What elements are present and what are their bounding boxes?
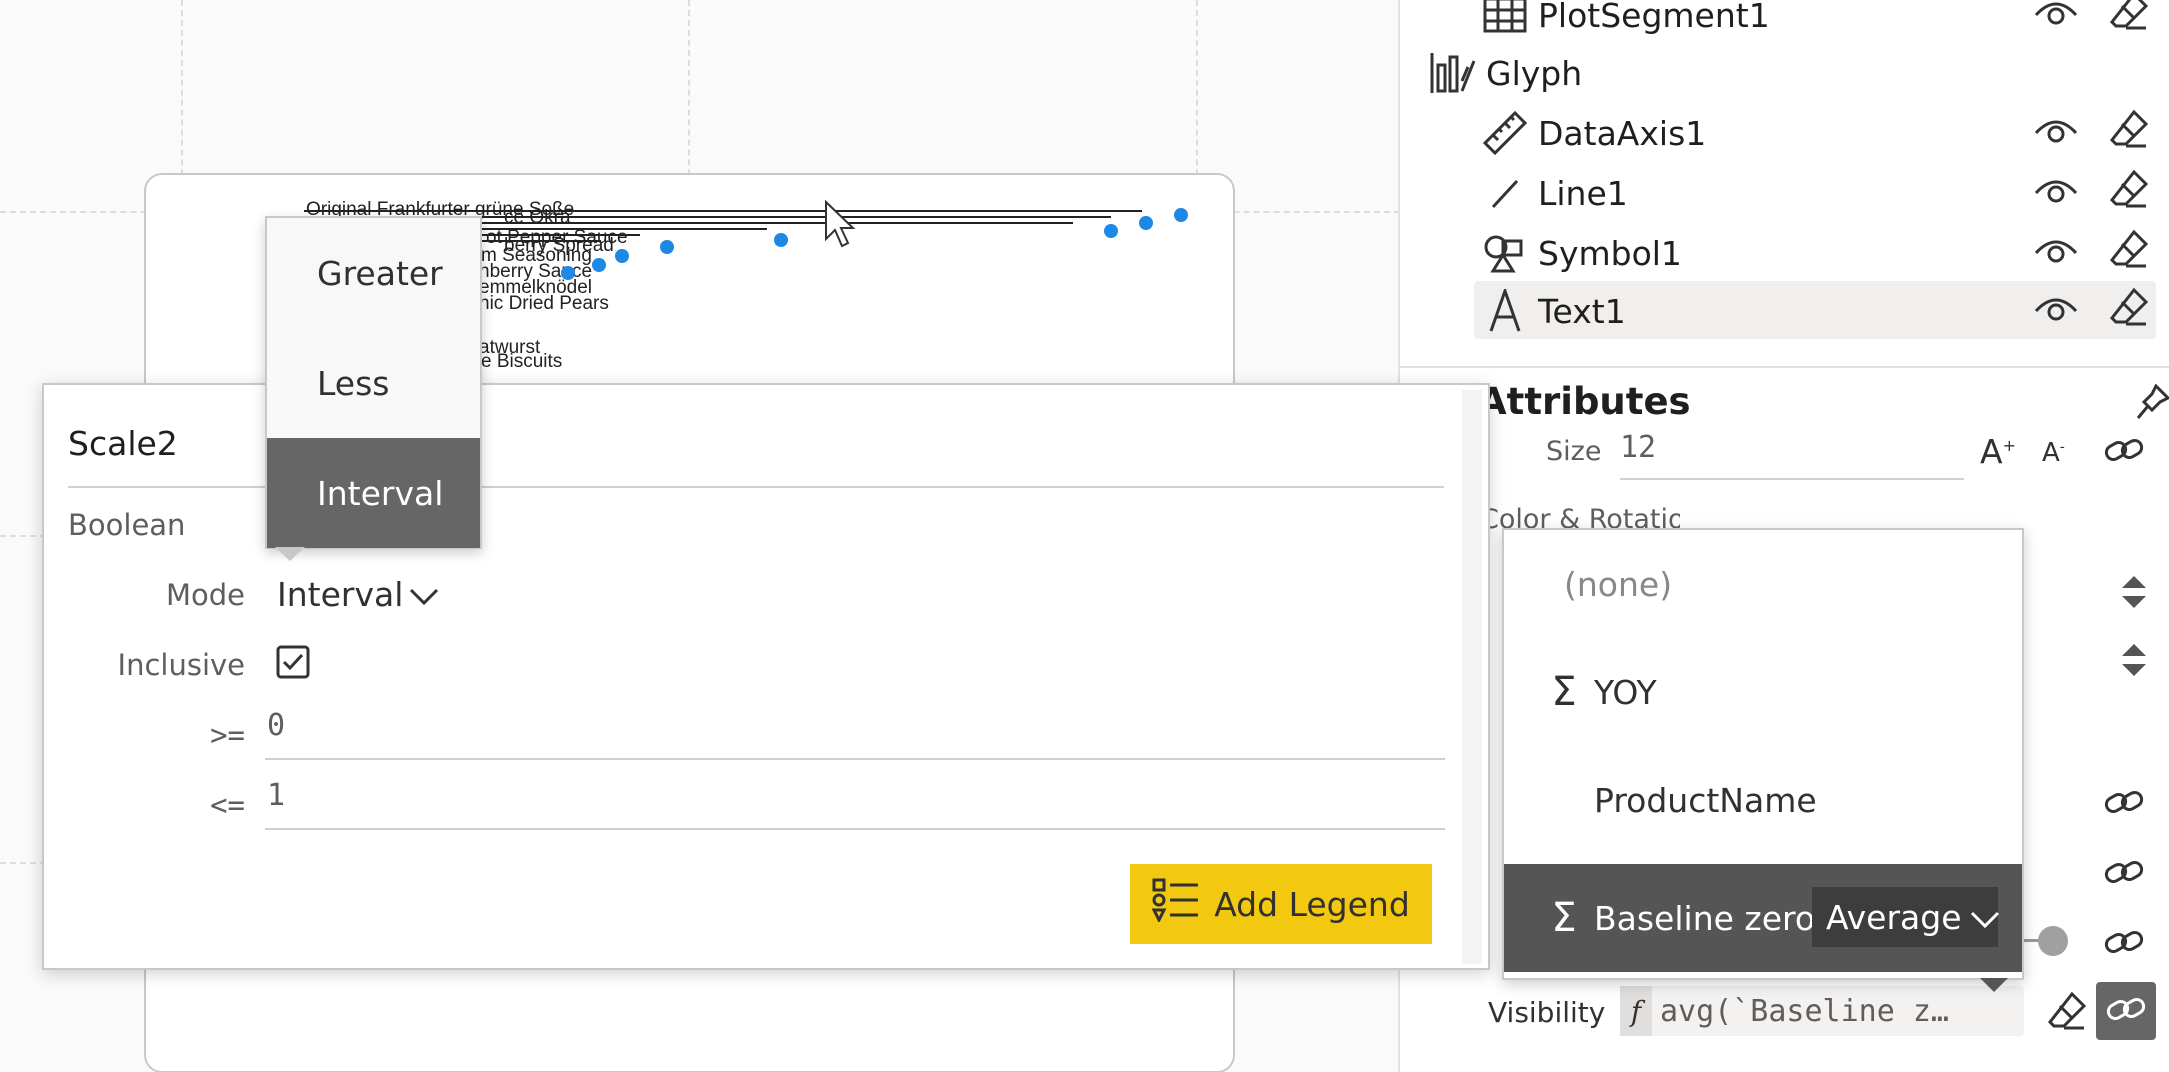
inclusive-checkbox[interactable] <box>265 636 321 692</box>
dropdown-caret <box>275 547 305 561</box>
add-legend-label: Add Legend <box>1214 884 1410 924</box>
spin-arrows-icon[interactable] <box>2120 642 2148 682</box>
sigma-icon: Σ <box>1551 669 1577 715</box>
eraser-icon[interactable] <box>2108 228 2150 278</box>
scale-type-label: Boolean <box>68 508 186 542</box>
pin-icon[interactable] <box>2136 383 2169 432</box>
aggregation-select[interactable]: Average <box>1812 887 2000 947</box>
tree-item-text[interactable]: Text1 <box>1480 282 2150 340</box>
font-increase-icon[interactable]: A+ <box>1980 432 2016 471</box>
attributes-title: Attributes <box>1478 380 1691 423</box>
field-option-label: YOY <box>1594 672 1657 712</box>
ruler-icon <box>1480 108 1530 158</box>
chevron-down-icon <box>409 575 439 614</box>
lte-label: <= <box>210 788 245 822</box>
mode-select-value: Interval <box>277 574 404 614</box>
eye-icon[interactable] <box>2034 0 2078 35</box>
eye-icon[interactable] <box>2034 174 2078 213</box>
tree-item-label: PlotSegment1 <box>1538 0 1770 35</box>
glyph-text-label: nic Dried Pears <box>479 293 609 314</box>
text-icon <box>1480 286 1530 336</box>
visibility-expression-field[interactable]: f avg(`Baseline z… <box>1620 986 2024 1036</box>
sigma-icon: Σ <box>1551 895 1577 941</box>
lte-input[interactable]: 1 <box>265 778 1445 830</box>
gte-input[interactable]: 0 <box>265 708 1445 760</box>
function-icon: f <box>1620 986 1652 1036</box>
grid-icon <box>1480 0 1530 40</box>
mode-option-greater[interactable]: Greater <box>267 218 480 328</box>
mode-option-less[interactable]: Less <box>267 328 480 438</box>
row-tools <box>2034 282 2150 340</box>
section-divider <box>1398 366 2169 368</box>
link-icon[interactable] <box>2104 434 2144 470</box>
field-option-label: Baseline zero <box>1594 898 1816 938</box>
eye-icon[interactable] <box>2034 234 2078 273</box>
glyph-point[interactable] <box>561 266 575 280</box>
field-option-yoy[interactable]: Σ YOY <box>1504 638 2022 746</box>
eraser-icon[interactable] <box>2108 108 2150 158</box>
chevron-down-icon <box>1970 898 2000 937</box>
link-icon[interactable] <box>2104 856 2144 892</box>
row-tools <box>2034 164 2150 222</box>
link-icon[interactable] <box>2104 926 2144 962</box>
size-label: Size <box>1546 436 1602 467</box>
tree-item-label: Line1 <box>1538 173 1628 213</box>
mode-dropdown-menu: Greater Less Interval <box>265 216 482 549</box>
eraser-icon[interactable] <box>2108 286 2150 336</box>
eraser-icon[interactable] <box>2108 0 2150 40</box>
checkbox-checked-icon <box>276 645 310 683</box>
add-legend-button[interactable]: Add Legend <box>1130 864 1432 944</box>
link-icon[interactable] <box>2104 786 2144 822</box>
scrollbar[interactable] <box>1462 390 1482 964</box>
field-option-none[interactable]: (none) <box>1504 530 2022 638</box>
tree-item-label: DataAxis1 <box>1538 113 1707 153</box>
mode-select[interactable]: Interval <box>265 566 440 622</box>
line-icon <box>1480 168 1530 218</box>
aggregation-value: Average <box>1826 897 1962 937</box>
glyph-point[interactable] <box>774 233 788 247</box>
eraser-icon[interactable] <box>2108 168 2150 218</box>
link-icon <box>2106 993 2146 1029</box>
tree-item-line[interactable]: Line1 <box>1480 164 2150 222</box>
visibility-expression: avg(`Baseline z… <box>1660 993 1949 1029</box>
tree-item-dataaxis[interactable]: DataAxis1 <box>1480 104 2150 162</box>
shapes-icon <box>1480 228 1530 278</box>
tree-item-label: Glyph <box>1486 53 1583 93</box>
glyph-point[interactable] <box>615 249 629 263</box>
tree-item-label: Text1 <box>1538 291 1626 331</box>
row-tools <box>2034 104 2150 162</box>
scale-name[interactable]: Scale2 <box>68 424 178 463</box>
tree-item-label: Symbol1 <box>1538 233 1682 273</box>
glyph-icon <box>1428 48 1478 98</box>
tree-item-symbol[interactable]: Symbol1 <box>1480 224 2150 282</box>
eye-icon[interactable] <box>2034 114 2078 153</box>
tree-item-glyph[interactable]: Glyph <box>1428 44 1582 102</box>
glyph-point[interactable] <box>592 258 606 272</box>
glyph-point[interactable] <box>660 240 674 254</box>
glyph-point[interactable] <box>1139 216 1153 230</box>
font-decrease-icon[interactable]: A- <box>2042 438 2065 468</box>
unlink-button[interactable] <box>2096 982 2156 1040</box>
gte-label: >= <box>210 718 245 752</box>
eye-icon[interactable] <box>2034 292 2078 331</box>
glyph-point[interactable] <box>1174 208 1188 222</box>
glyph-point[interactable] <box>1104 224 1118 238</box>
row-tools <box>2034 224 2150 282</box>
row-tools <box>2034 0 2150 44</box>
mode-option-interval[interactable]: Interval <box>267 438 480 548</box>
dropdown-caret <box>1980 978 2008 992</box>
mouse-cursor-icon <box>825 199 856 248</box>
visibility-label: Visibility <box>1488 996 1606 1029</box>
legend-list-icon <box>1151 878 1200 930</box>
glyph-text-label: e Biscuits <box>481 351 562 372</box>
tree-item-plot-segment[interactable]: PlotSegment1 <box>1480 0 2150 44</box>
field-option-productname[interactable]: ProductName <box>1504 746 2022 854</box>
eraser-icon[interactable] <box>2046 990 2088 1036</box>
slider-thumb[interactable] <box>2038 926 2068 956</box>
inclusive-label: Inclusive <box>117 648 245 682</box>
size-input[interactable]: 12 <box>1620 430 1964 480</box>
spin-arrows-icon[interactable] <box>2120 574 2148 614</box>
mode-label: Mode <box>165 578 245 612</box>
glyph-text-label: ce Okra <box>504 207 571 228</box>
